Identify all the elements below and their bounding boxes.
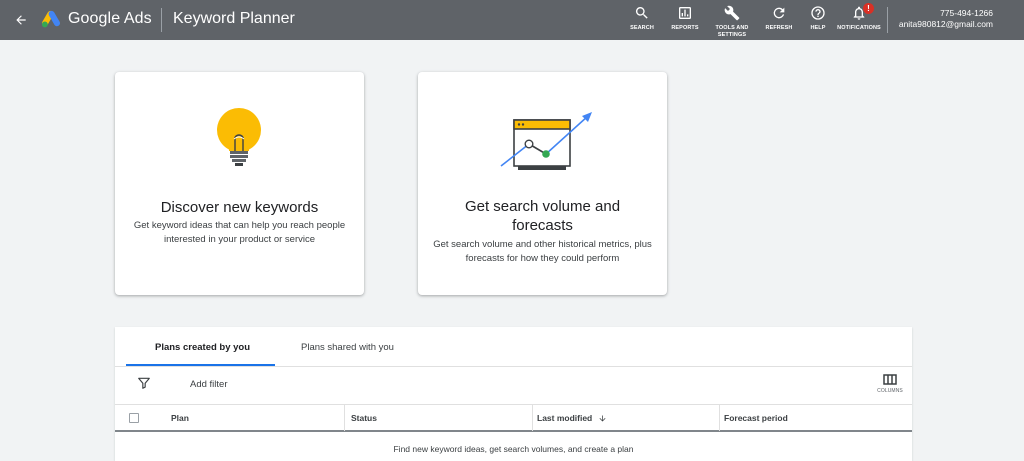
header-divider [161, 8, 162, 32]
google-ads-logo-icon[interactable] [40, 9, 62, 31]
column-separator [719, 405, 720, 431]
header-divider-right [887, 7, 888, 33]
search-volume-forecasts-card[interactable]: Get search volume and forecasts Get sear… [418, 72, 667, 295]
tab-plans-shared[interactable]: Plans shared with you [301, 342, 394, 353]
page-title: Keyword Planner [173, 10, 295, 27]
search-volume-forecasts-description: Get search volume and other historical m… [433, 239, 652, 264]
reports-icon [679, 7, 691, 19]
columns-icon [883, 374, 897, 385]
empty-plans-message: Find new keyword ideas, get search volum… [393, 444, 634, 454]
discover-keywords-description: Get keyword ideas that can help you reac… [133, 220, 346, 245]
discover-keywords-title: Discover new keywords [160, 199, 319, 216]
lightbulb-icon [217, 108, 261, 166]
tools-settings-label: TOOLS AND SETTINGS [715, 25, 749, 38]
account-email: anita980812@gmail.com [898, 19, 993, 29]
columns-label: COLUMNS [877, 388, 903, 394]
plans-tabs: Plans created by you Plans shared with y… [115, 327, 912, 367]
top-app-bar: Google Ads Keyword Planner SEARCH REPORT… [0, 0, 1024, 40]
search-label: SEARCH [630, 25, 654, 31]
help-icon [811, 6, 825, 20]
reports-label: REPORTS [671, 25, 699, 31]
wrench-icon [724, 5, 740, 21]
notifications-button[interactable]: ! NOTIFICATIONS [833, 3, 885, 32]
tab-plans-created[interactable]: Plans created by you [155, 342, 250, 353]
sort-descending-icon [599, 415, 606, 421]
notification-badge: ! [863, 3, 874, 14]
account-phone: 775-494-1266 [940, 8, 993, 18]
reports-button[interactable]: REPORTS [659, 5, 711, 32]
filter-icon[interactable] [137, 376, 151, 390]
columns-button[interactable]: COLUMNS [873, 374, 907, 394]
trend-chart-icon [500, 112, 592, 170]
column-header-last-modified[interactable]: Last modified [537, 405, 607, 431]
discover-keywords-card[interactable]: Discover new keywords Get keyword ideas … [115, 72, 364, 295]
column-header-status[interactable]: Status [351, 405, 377, 431]
refresh-label: REFRESH [765, 25, 793, 31]
tabs-divider [115, 366, 912, 367]
back-arrow-icon[interactable] [10, 9, 32, 31]
notifications-label: NOTIFICATIONS [837, 25, 881, 31]
search-icon [635, 7, 648, 19]
plans-panel: Plans created by you Plans shared with y… [115, 327, 912, 461]
last-modified-label: Last modified [537, 413, 593, 423]
add-filter-button[interactable]: Add filter [190, 379, 228, 390]
search-volume-forecasts-title: Get search volume and forecasts [464, 198, 621, 234]
column-header-forecast-period[interactable]: Forecast period [724, 405, 788, 431]
brand-name: Google Ads [68, 10, 152, 27]
account-switcher[interactable]: 775-494-1266 anita980812@gmail.com [899, 8, 993, 30]
select-all-checkbox[interactable] [129, 413, 139, 423]
column-separator [344, 405, 345, 431]
refresh-icon [773, 7, 785, 19]
help-label: HELP [810, 25, 826, 31]
column-separator [532, 405, 533, 431]
tools-settings-button[interactable]: TOOLS AND SETTINGS [706, 5, 758, 38]
plans-table-header: Plan Status Last modified Forecast perio… [115, 404, 912, 432]
column-header-plan[interactable]: Plan [171, 405, 189, 431]
